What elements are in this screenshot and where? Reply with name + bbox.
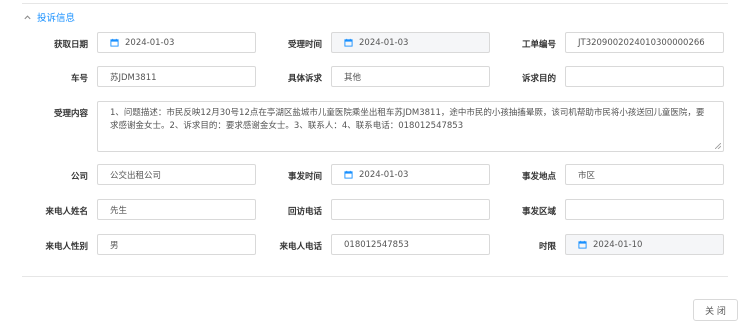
complaint-value: 其他 bbox=[344, 72, 362, 83]
purpose-label: 诉求目的 bbox=[521, 74, 556, 84]
chevron-up-icon[interactable] bbox=[22, 12, 32, 22]
caller-phone-label: 来电人电话 bbox=[279, 242, 322, 252]
calendar-icon bbox=[344, 38, 353, 47]
ticket-no-value: JT3209002024010300000266 bbox=[578, 37, 705, 48]
close-button[interactable]: 关 闭 bbox=[693, 299, 738, 321]
fetch-date-label: 获取日期 bbox=[53, 40, 88, 50]
deadline-label: 时限 bbox=[538, 242, 556, 252]
company-label: 公司 bbox=[70, 172, 88, 182]
incident-place-value: 市区 bbox=[578, 170, 596, 181]
company-value: 公交出租公司 bbox=[110, 170, 162, 181]
company-field[interactable]: 公交出租公司 bbox=[97, 164, 256, 185]
accept-time-value: 2024-01-03 bbox=[359, 37, 409, 48]
caller-phone-field[interactable]: 018012547853 bbox=[331, 234, 490, 255]
caller-gender-field[interactable]: 男 bbox=[97, 234, 256, 255]
resize-handle-icon[interactable] bbox=[715, 143, 721, 149]
top-divider bbox=[22, 3, 728, 4]
callback-phone-field[interactable] bbox=[331, 199, 490, 220]
car-no-label: 车号 bbox=[70, 74, 88, 84]
caller-gender-label: 来电人性别 bbox=[45, 242, 88, 252]
car-no-value: 苏JDM3811 bbox=[110, 72, 157, 83]
deadline-value: 2024-01-10 bbox=[593, 239, 643, 250]
bottom-divider bbox=[22, 276, 728, 277]
fetch-date-field[interactable]: 2024-01-03 bbox=[97, 32, 256, 53]
incident-place-label: 事发地点 bbox=[521, 172, 556, 182]
calendar-icon bbox=[344, 170, 353, 179]
content-textarea[interactable]: 1、问题描述：市民反映12月30号12点在亭湖区盐城市儿童医院乘坐出租车苏JDM… bbox=[97, 101, 724, 152]
incident-time-label: 事发时间 bbox=[287, 172, 322, 182]
caller-phone-value: 018012547853 bbox=[344, 239, 409, 250]
caller-name-field[interactable]: 先生 bbox=[97, 199, 256, 220]
ticket-no-field[interactable]: JT3209002024010300000266 bbox=[565, 32, 724, 53]
caller-gender-value: 男 bbox=[110, 240, 119, 251]
section-header[interactable]: 投诉信息 bbox=[22, 10, 75, 24]
complaint-label: 具体诉求 bbox=[287, 74, 322, 84]
car-no-field[interactable]: 苏JDM3811 bbox=[97, 66, 256, 87]
section-title: 投诉信息 bbox=[37, 13, 76, 24]
caller-name-label: 来电人姓名 bbox=[45, 207, 88, 217]
content-value: 1、问题描述：市民反映12月30号12点在亭湖区盐城市儿童医院乘坐出租车苏JDM… bbox=[110, 108, 705, 131]
complaint-field[interactable]: 其他 bbox=[331, 66, 490, 87]
ticket-no-label: 工单编号 bbox=[521, 40, 556, 50]
incident-time-value: 2024-01-03 bbox=[359, 169, 409, 180]
purpose-field[interactable] bbox=[565, 66, 724, 87]
fetch-date-value: 2024-01-03 bbox=[125, 37, 175, 48]
accept-time-field[interactable]: 2024-01-03 bbox=[331, 32, 490, 53]
incident-area-field[interactable] bbox=[565, 199, 724, 220]
callback-phone-label: 回访电话 bbox=[287, 207, 322, 217]
calendar-icon bbox=[110, 38, 119, 47]
accept-time-label: 受理时间 bbox=[287, 40, 322, 50]
calendar-icon bbox=[578, 240, 587, 249]
content-label: 受理内容 bbox=[53, 109, 88, 119]
incident-place-field[interactable]: 市区 bbox=[565, 164, 724, 185]
caller-name-value: 先生 bbox=[110, 205, 128, 216]
deadline-field[interactable]: 2024-01-10 bbox=[565, 234, 724, 255]
incident-time-field[interactable]: 2024-01-03 bbox=[331, 164, 490, 185]
incident-area-label: 事发区域 bbox=[521, 207, 556, 217]
